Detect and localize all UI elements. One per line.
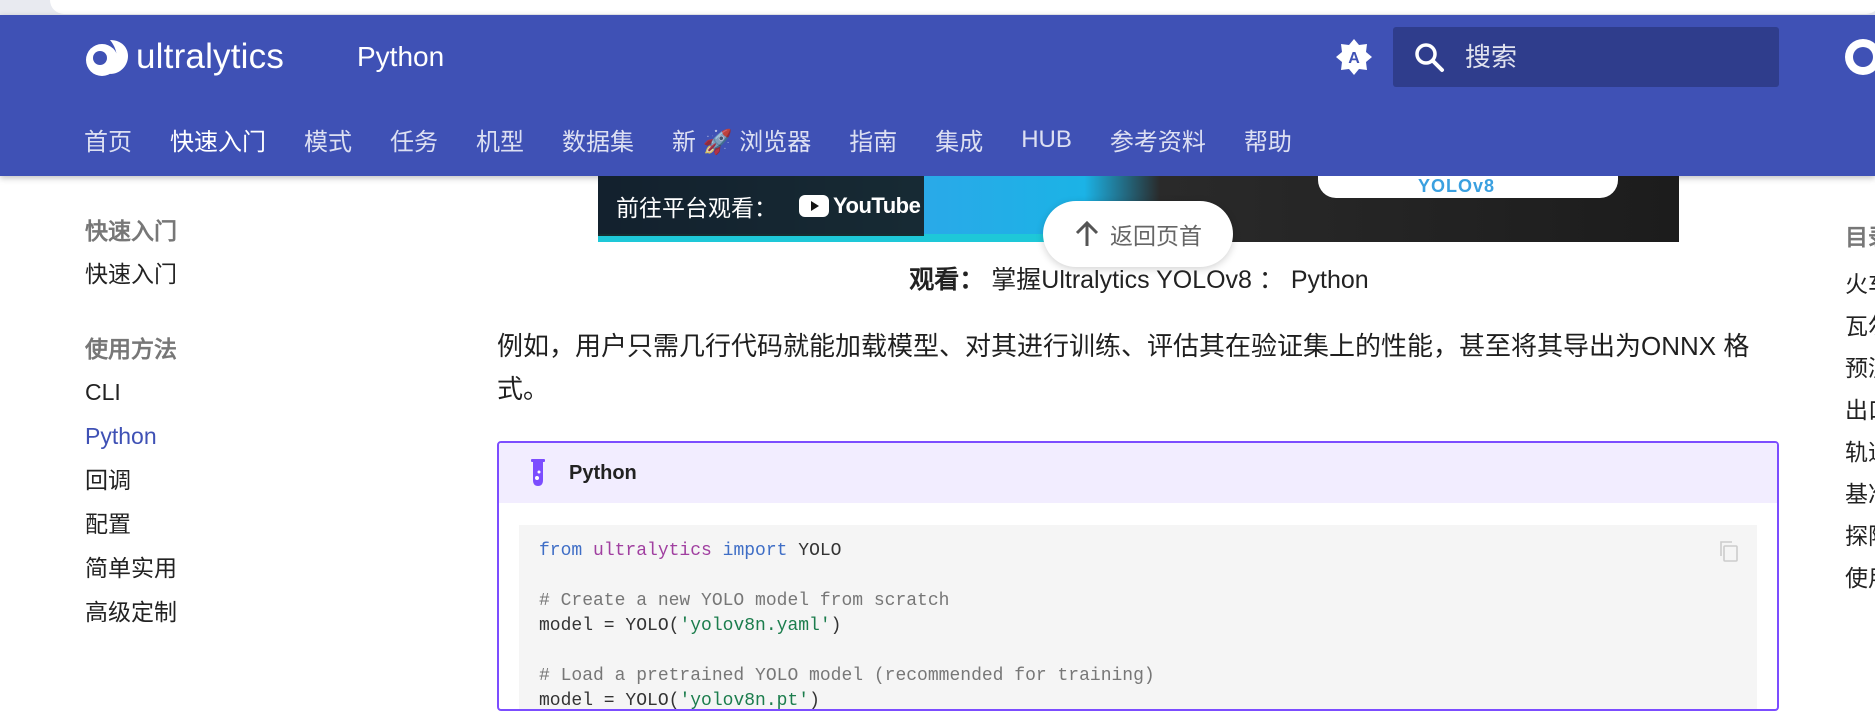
toc-item-track[interactable]: 轨道 bbox=[1845, 430, 1875, 474]
site-header: ultralytics Python A 首页 快速入门 模式 任务 机型 数据… bbox=[0, 15, 1875, 176]
table-of-contents: 目录 火车 瓦尔 预测 出口 轨道 基准 探险 使用 bbox=[1845, 218, 1875, 600]
sidebar-item-callbacks[interactable]: 回调 bbox=[85, 458, 385, 502]
brand-name: ultralytics bbox=[136, 37, 285, 76]
address-bar[interactable] bbox=[50, 0, 1875, 14]
intro-paragraph: 例如，用户只需几行代码就能加载模型、对其进行训练、评估其在验证集上的性能，甚至将… bbox=[497, 331, 1750, 404]
tab-reference[interactable]: 参考资料 bbox=[1110, 122, 1206, 157]
sidebar-item-simple-utilities[interactable]: 简单实用 bbox=[85, 546, 385, 590]
code-block[interactable]: from ultralytics import YOLO # Create a … bbox=[519, 525, 1757, 711]
search-input[interactable] bbox=[1465, 41, 1765, 73]
admonition-title: Python bbox=[569, 461, 637, 484]
sidebar-section-usage: 使用方法 bbox=[85, 336, 177, 362]
video-thumb-text: YOLOv8 bbox=[1418, 176, 1496, 196]
tab-help[interactable]: 帮助 bbox=[1244, 122, 1292, 157]
code-comment: # Load a pretrained YOLO model (recommen… bbox=[539, 666, 1155, 686]
video-thumb-badge: YOLOv8 bbox=[1318, 176, 1618, 198]
tab-datasets[interactable]: 数据集 bbox=[562, 122, 634, 157]
theme-toggle-letter: A bbox=[1348, 50, 1360, 67]
toc-item-val[interactable]: 瓦尔 bbox=[1845, 304, 1875, 348]
code-line: model = YOLO('yolov8n.pt') bbox=[539, 691, 820, 711]
tab-quickstart[interactable]: 快速入门 bbox=[170, 122, 266, 157]
search-box[interactable] bbox=[1393, 27, 1779, 87]
tab-tasks[interactable]: 任务 bbox=[390, 122, 438, 157]
sidebar-item-config[interactable]: 配置 bbox=[85, 502, 385, 546]
toc-item-benchmark[interactable]: 基准 bbox=[1845, 472, 1875, 516]
video-caption: 观看： 掌握Ultralytics YOLOv8 ： Python bbox=[0, 260, 1875, 296]
site-title: Python bbox=[357, 41, 445, 72]
toc-item-export[interactable]: 出口 bbox=[1845, 388, 1875, 432]
tab-integrations[interactable]: 集成 bbox=[935, 122, 983, 157]
code-line: from ultralytics import YOLO bbox=[539, 541, 842, 561]
youtube-logo: YouTube bbox=[799, 193, 921, 219]
arrow-up-icon bbox=[1075, 220, 1099, 246]
back-to-top-button[interactable]: 返回页首 bbox=[1043, 201, 1233, 267]
ultralytics-logo-icon bbox=[86, 40, 128, 76]
python-admonition: Python from ultralytics import YOLO # Cr… bbox=[497, 441, 1779, 711]
github-icon[interactable] bbox=[1843, 37, 1875, 77]
tab-models[interactable]: 机型 bbox=[476, 122, 524, 157]
caption-text: 掌握Ultralytics YOLOv8 ： Python bbox=[984, 266, 1369, 294]
code-line: model = YOLO('yolov8n.yaml') bbox=[539, 616, 842, 636]
sidebar-item-python[interactable]: Python bbox=[85, 414, 385, 458]
toc-item-train[interactable]: 火车 bbox=[1845, 262, 1875, 306]
sidebar-item-advanced-customization[interactable]: 高级定制 bbox=[85, 590, 385, 634]
tab-home[interactable]: 首页 bbox=[84, 122, 132, 157]
back-to-top-label: 返回页首 bbox=[1110, 223, 1202, 249]
theme-toggle-icon[interactable]: A bbox=[1334, 37, 1374, 77]
tab-explorer[interactable]: 新 🚀 浏览器 bbox=[672, 122, 811, 157]
admonition-header[interactable]: Python bbox=[499, 443, 1777, 503]
search-icon bbox=[1415, 43, 1444, 72]
toc-item-explorer[interactable]: 探险 bbox=[1845, 514, 1875, 558]
top-nav-tabs: 首页 快速入门 模式 任务 机型 数据集 新 🚀 浏览器 指南 集成 HUB 参… bbox=[84, 122, 1330, 157]
flask-icon bbox=[531, 459, 545, 486]
watch-on-youtube[interactable]: 前往平台观看： YouTube bbox=[598, 176, 924, 236]
code-comment: # Create a new YOLO model from scratch bbox=[539, 591, 950, 611]
copy-icon[interactable] bbox=[1717, 539, 1741, 563]
toc-title: 目录 bbox=[1845, 224, 1875, 250]
caption-bold: 观看： bbox=[909, 266, 985, 294]
sidebar-section-quickstart: 快速入门 bbox=[85, 218, 177, 244]
watch-label: 前往平台观看： bbox=[616, 195, 777, 221]
tab-hub[interactable]: HUB bbox=[1021, 122, 1072, 157]
youtube-wordmark: YouTube bbox=[833, 193, 921, 218]
tab-modes[interactable]: 模式 bbox=[304, 122, 352, 157]
toc-item-using[interactable]: 使用 bbox=[1845, 556, 1875, 600]
tab-guides[interactable]: 指南 bbox=[849, 122, 897, 157]
toc-item-predict[interactable]: 预测 bbox=[1845, 346, 1875, 390]
youtube-play-icon bbox=[799, 195, 829, 217]
sidebar-item-cli[interactable]: CLI bbox=[85, 370, 385, 414]
site-logo[interactable]: ultralytics bbox=[84, 37, 284, 77]
